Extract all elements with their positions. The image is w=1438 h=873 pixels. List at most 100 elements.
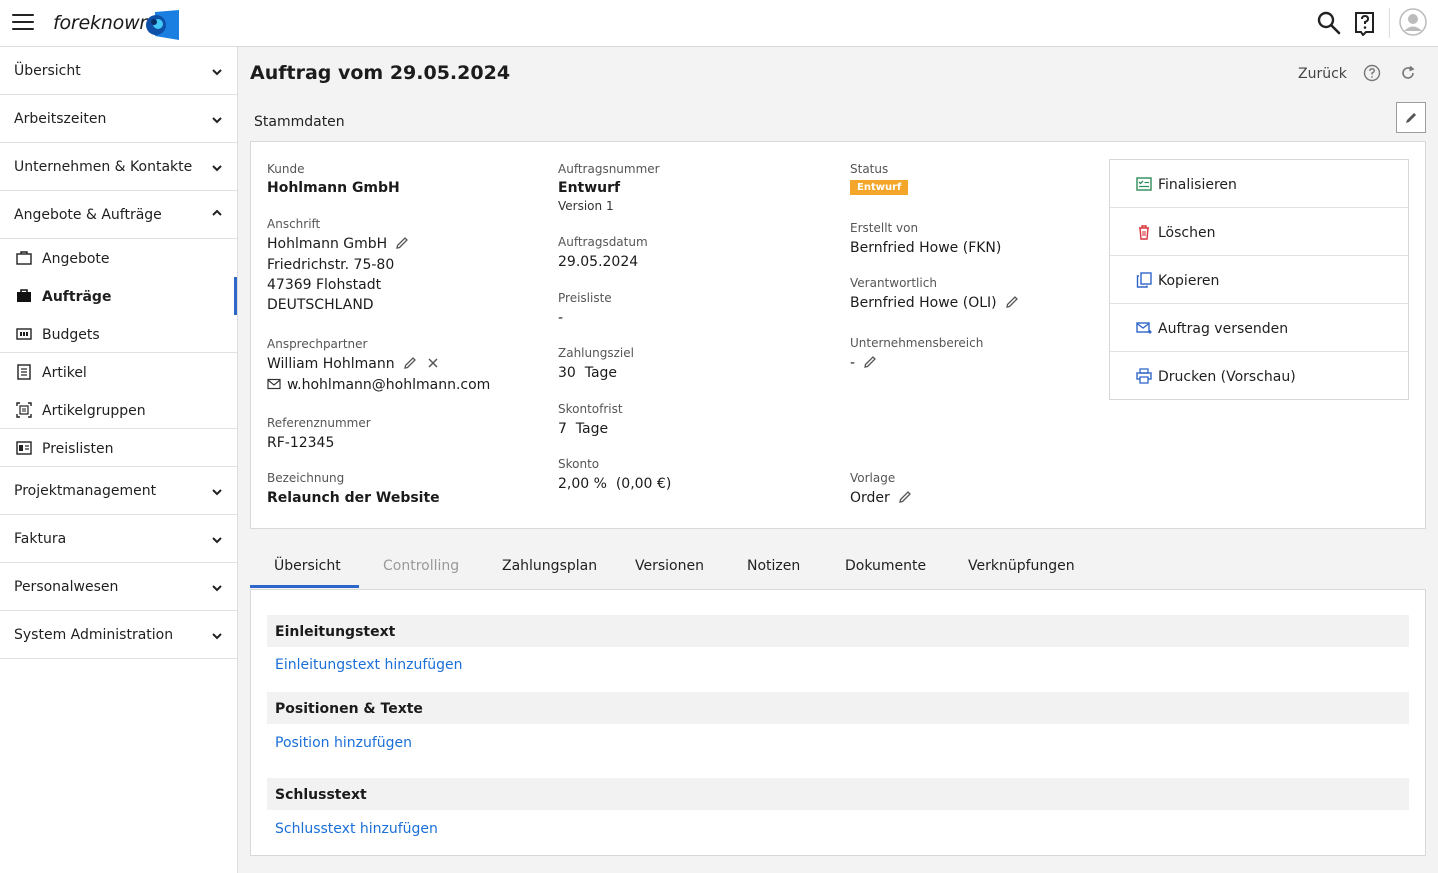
field-zahlungsziel: Zahlungsziel 30 Tage (558, 346, 634, 381)
field-unternehmensbereich: Unternehmensbereich - (850, 336, 983, 371)
nav-group-angebote-auftraege[interactable]: Angebote & Aufträge (0, 191, 237, 239)
back-button[interactable]: Zurück (1298, 66, 1347, 82)
add-schlusstext-link[interactable]: Schlusstext hinzufügen (275, 821, 438, 837)
field-verantwortlich: Verantwortlich Bernfried Howe (OLI) (850, 276, 1019, 311)
kopieren-button[interactable]: Kopieren (1110, 256, 1408, 304)
action-label: Kopieren (1158, 273, 1220, 289)
close-icon[interactable] (427, 357, 439, 369)
field-skontofrist: Skontofrist 7 Tage (558, 402, 623, 437)
nav-group-projektmanagement[interactable]: Projektmanagement (0, 467, 237, 515)
group-icon (16, 402, 32, 418)
field-ansprechpartner: Ansprechpartner William Hohlmann w.hohlm… (267, 337, 490, 393)
field-bezeichnung: Bezeichnung Relaunch der Website (267, 471, 440, 506)
ansprechpartner-line: William Hohlmann (267, 356, 490, 372)
anschrift-city: 47369 Flohstadt (267, 277, 382, 293)
section-schlusstext: Schlusstext (267, 778, 1409, 810)
mail-icon (267, 378, 281, 390)
user-avatar-icon[interactable] (1399, 8, 1427, 36)
field-label: Vorlage (850, 471, 896, 485)
field-anschrift: Anschrift Hohlmann GmbH Friedrichstr. 75… (267, 217, 409, 313)
refresh-icon[interactable] (1399, 64, 1417, 82)
field-skonto: Skonto 2,00 % (0,00 €) (558, 457, 671, 492)
send-mail-icon (1136, 322, 1152, 334)
pencil-icon[interactable] (898, 490, 912, 504)
ansprechpartner-name[interactable]: William Hohlmann (267, 356, 395, 372)
tab-dokumente[interactable]: Dokumente (845, 558, 926, 574)
app-logo-icon (146, 10, 179, 40)
nav-group-system-administration[interactable]: System Administration (0, 611, 237, 659)
auftrag-versenden-button[interactable]: Auftrag versenden (1110, 304, 1408, 352)
field-erstellt-von: Erstellt von Bernfried Howe (FKN) (850, 221, 1001, 256)
sidebar-item-preislisten[interactable]: Preislisten (0, 429, 237, 467)
unternehmensbereich-line: - (850, 355, 983, 371)
chevron-down-icon (212, 633, 222, 640)
chevron-down-icon (212, 165, 222, 172)
skontofrist-value: 7 Tage (558, 421, 609, 437)
field-label: Ansprechpartner (267, 337, 368, 351)
zahlungsziel-value: 30 Tage (558, 365, 618, 381)
sidebar-item-artikelgruppen[interactable]: Artikelgruppen (0, 391, 237, 429)
search-icon[interactable] (1316, 10, 1342, 36)
nav-group-personalwesen[interactable]: Personalwesen (0, 563, 237, 611)
briefcase-outline-icon (16, 251, 32, 265)
tab-bar: Übersicht Controlling Zahlungsplan Versi… (250, 548, 1426, 589)
chevron-down-icon (212, 585, 222, 592)
loeschen-button[interactable]: Löschen (1110, 208, 1408, 256)
sidebar-item-budgets[interactable]: Budgets (0, 315, 237, 353)
overview-panel: Einleitungstext Einleitungstext hinzufüg… (250, 589, 1426, 856)
nav-group-label: Unternehmen & Kontakte (14, 159, 193, 175)
anschrift-line: Hohlmann GmbH (267, 236, 409, 252)
app-logo-text: foreknown (53, 12, 152, 34)
field-auftragsdatum: Auftragsdatum 29.05.2024 (558, 235, 648, 270)
document-icon (17, 364, 31, 380)
kunde-value[interactable]: Hohlmann GmbH (267, 180, 400, 196)
erstellt-von-value: Bernfried Howe (FKN) (850, 240, 1002, 256)
sidebar-item-angebote[interactable]: Angebote (0, 239, 237, 277)
help-book-icon[interactable] (1352, 10, 1378, 36)
tab-notizen[interactable]: Notizen (747, 558, 800, 574)
tab-controlling[interactable]: Controlling (383, 558, 459, 574)
page-title: Auftrag vom 29.05.2024 (250, 62, 511, 84)
help-circle-icon[interactable] (1363, 64, 1381, 82)
nav-group-label: Übersicht (14, 63, 81, 79)
nav-group-uebersicht[interactable]: Übersicht (0, 47, 237, 95)
field-label: Kunde (267, 162, 305, 176)
nav-group-unternehmen[interactable]: Unternehmen & Kontakte (0, 143, 237, 191)
anschrift-street: Friedrichstr. 75-80 (267, 257, 395, 273)
verantwortlich-value: Bernfried Howe (OLI) (850, 295, 997, 311)
pencil-icon[interactable] (1005, 295, 1019, 309)
pencil-icon[interactable] (863, 355, 877, 369)
field-label: Status (850, 162, 889, 176)
anschrift-name: Hohlmann GmbH (267, 236, 388, 252)
hamburger-menu-icon[interactable] (12, 14, 34, 32)
finalisieren-button[interactable]: Finalisieren (1110, 160, 1408, 208)
vorlage-value: Order (850, 490, 890, 506)
add-position-link[interactable]: Position hinzufügen (275, 735, 412, 751)
nav-group-arbeitszeiten[interactable]: Arbeitszeiten (0, 95, 237, 143)
tab-uebersicht[interactable]: Übersicht (274, 558, 341, 574)
sidebar: Übersicht Arbeitszeiten Unternehmen & Ko… (0, 47, 238, 873)
field-label: Verantwortlich (850, 276, 937, 290)
trash-icon (1139, 225, 1149, 240)
edit-stammdaten-button[interactable] (1396, 102, 1426, 133)
auftragsnummer-value: Entwurf (558, 180, 621, 196)
field-label: Skonto (558, 457, 600, 471)
vorlage-line: Order (850, 490, 912, 506)
sidebar-item-auftraege[interactable]: Aufträge (0, 277, 237, 315)
nav-group-faktura[interactable]: Faktura (0, 515, 237, 563)
action-label: Auftrag versenden (1158, 321, 1289, 337)
field-status: Status Entwurf (850, 162, 909, 195)
nav-group-label: Arbeitszeiten (14, 111, 107, 127)
tab-versionen[interactable]: Versionen (635, 558, 704, 574)
auftragsdatum-value: 29.05.2024 (558, 254, 639, 270)
tab-zahlungsplan[interactable]: Zahlungsplan (502, 558, 597, 574)
pencil-icon[interactable] (403, 356, 417, 370)
field-label: Preisliste (558, 291, 612, 305)
sidebar-item-artikel[interactable]: Artikel (0, 353, 237, 391)
chevron-down-icon (212, 69, 222, 76)
tab-verknuepfungen[interactable]: Verknüpfungen (968, 558, 1075, 574)
add-einleitungstext-link[interactable]: Einleitungstext hinzufügen (275, 657, 463, 673)
pencil-icon[interactable] (395, 236, 409, 250)
ansprechpartner-email[interactable]: w.hohlmann@hohlmann.com (287, 377, 490, 393)
drucken-vorschau-button[interactable]: Drucken (Vorschau) (1110, 352, 1408, 400)
